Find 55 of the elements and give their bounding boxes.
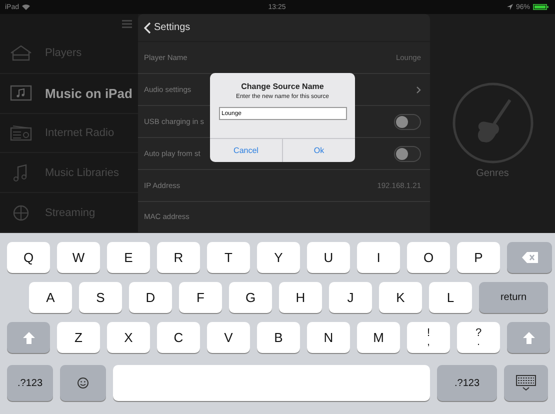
- battery-icon: [533, 4, 549, 10]
- letter-key[interactable]: O: [407, 242, 450, 273]
- letter-key[interactable]: C: [157, 322, 200, 353]
- chevron-left-icon: [144, 22, 151, 34]
- menu-icon[interactable]: [122, 20, 132, 28]
- letter-key[interactable]: F: [179, 282, 222, 313]
- shift-arrow-icon: [522, 332, 534, 344]
- letter-key[interactable]: N: [307, 322, 350, 353]
- hide-keyboard-key[interactable]: [504, 365, 548, 401]
- shift-arrow-icon: [22, 332, 34, 344]
- dialog-title: Change Source Name: [241, 82, 324, 91]
- return-key[interactable]: return: [479, 282, 548, 313]
- letter-key[interactable]: S: [79, 282, 122, 313]
- letter-key[interactable]: T: [207, 242, 250, 273]
- chevron-right-icon[interactable]: [416, 86, 421, 94]
- letter-key[interactable]: M: [357, 322, 400, 353]
- shift-key[interactable]: [7, 322, 50, 353]
- back-button[interactable]: Settings: [144, 22, 190, 34]
- wifi-icon: [22, 4, 30, 10]
- delete-key[interactable]: [507, 242, 552, 273]
- letter-key[interactable]: B: [257, 322, 300, 353]
- radio-icon: [10, 124, 32, 141]
- location-arrow-icon: [506, 4, 513, 10]
- letter-key[interactable]: I: [357, 242, 400, 273]
- letter-key[interactable]: Z: [57, 322, 100, 353]
- punctuation-key[interactable]: ! ,: [407, 322, 450, 353]
- letter-key[interactable]: W: [57, 242, 100, 273]
- letter-key[interactable]: A: [29, 282, 72, 313]
- letter-key[interactable]: K: [379, 282, 422, 313]
- letter-key[interactable]: Q: [7, 242, 50, 273]
- smiley-icon: [77, 377, 89, 389]
- letter-key[interactable]: E: [107, 242, 150, 273]
- numbers-key[interactable]: .?123: [437, 365, 497, 401]
- letter-key[interactable]: Y: [257, 242, 300, 273]
- keyboard-icon: [516, 375, 536, 391]
- toggle-switch[interactable]: [394, 146, 421, 162]
- letter-key[interactable]: P: [457, 242, 500, 273]
- letter-key[interactable]: U: [307, 242, 350, 273]
- letter-key[interactable]: J: [329, 282, 372, 313]
- guitar-icon[interactable]: [452, 82, 534, 164]
- toggle-switch[interactable]: [394, 114, 421, 130]
- letter-key[interactable]: G: [229, 282, 272, 313]
- house-icon: [10, 45, 32, 62]
- letter-key[interactable]: H: [279, 282, 322, 313]
- punctuation-key[interactable]: ? .: [457, 322, 500, 353]
- emoji-key[interactable]: [60, 365, 106, 401]
- letter-key[interactable]: R: [157, 242, 200, 273]
- music-note-icon: [10, 85, 32, 102]
- letter-key[interactable]: V: [207, 322, 250, 353]
- letter-key[interactable]: X: [107, 322, 150, 353]
- delete-icon: [522, 252, 538, 263]
- letter-key[interactable]: D: [129, 282, 172, 313]
- letter-key[interactable]: L: [429, 282, 472, 313]
- shift-key[interactable]: [507, 322, 550, 353]
- numbers-key[interactable]: .?123: [7, 365, 53, 401]
